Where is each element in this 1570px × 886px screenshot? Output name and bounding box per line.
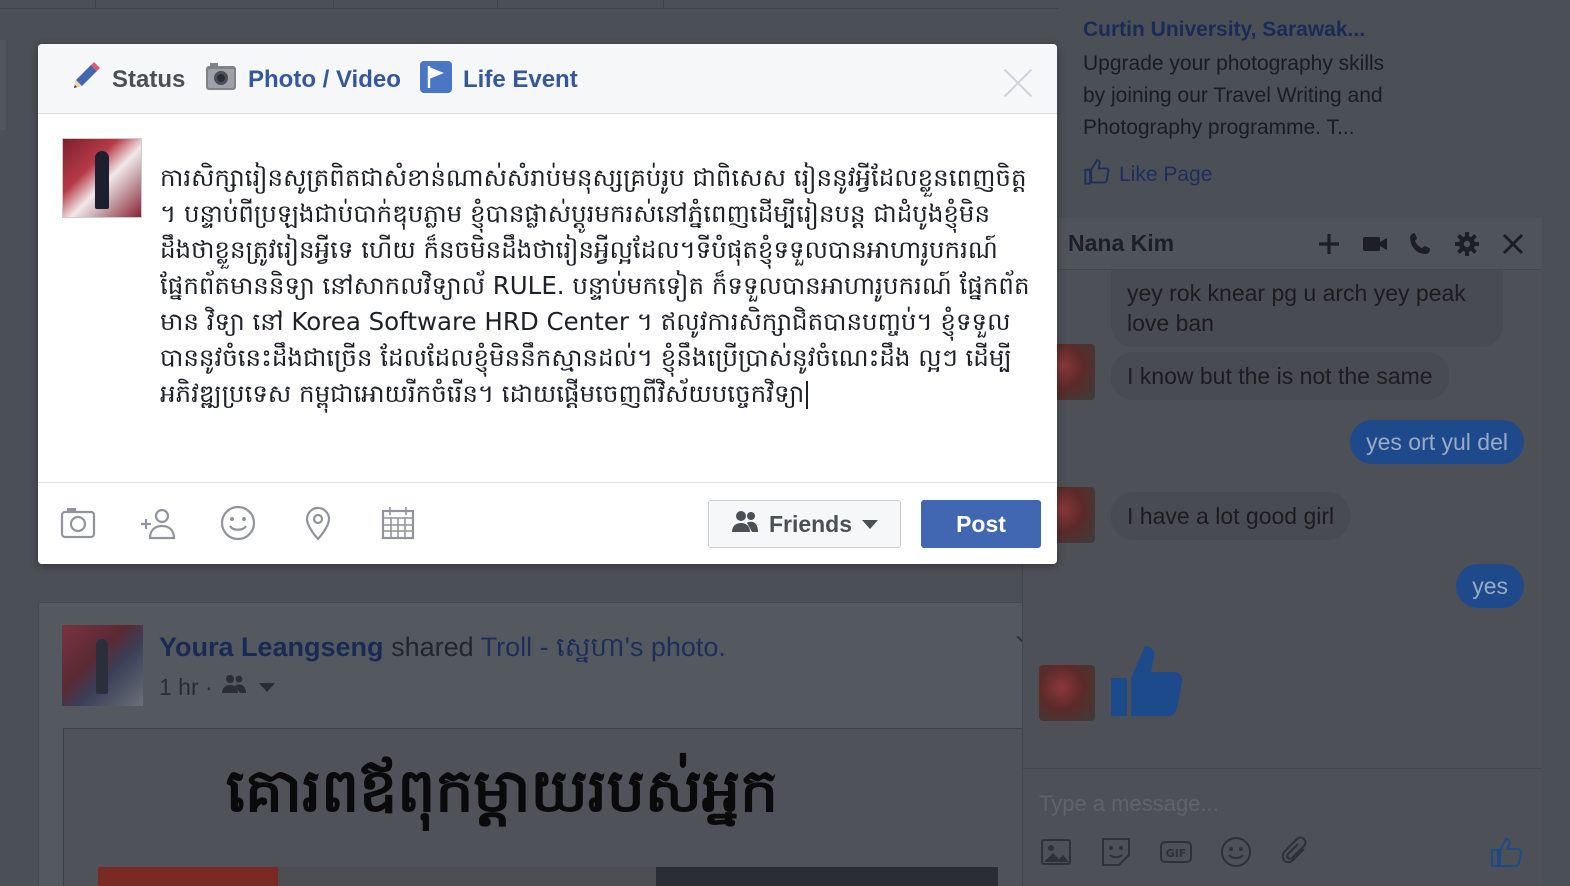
send-like-icon[interactable] — [1489, 835, 1523, 869]
tab-status[interactable]: Status — [68, 60, 186, 101]
tab-photo-video-label: Photo / Video — [248, 66, 401, 93]
tab-status-label: Status — [112, 66, 186, 93]
add-photo-icon[interactable] — [58, 503, 98, 543]
user-avatar — [62, 138, 142, 218]
post-image-caption: គោរពឪពុកម្តាយរបស់អ្នក — [225, 756, 779, 826]
chat-message-outgoing: yes — [1456, 564, 1524, 608]
post-image-photo — [98, 867, 998, 886]
tab-life-event[interactable]: Life Event — [419, 60, 578, 101]
chat-contact-name[interactable]: Nana Kim — [1068, 230, 1174, 257]
post-author-avatar[interactable] — [62, 625, 143, 706]
background-left-column — [0, 40, 6, 130]
composer-footer: Friends Post — [38, 482, 1057, 564]
post-header: Youra Leangseng shared Troll - ស្នេហា's … — [159, 631, 726, 670]
chat-message-incoming: I have a lot good girl — [1111, 492, 1351, 540]
chat-header[interactable]: Nana Kim — [1023, 218, 1542, 270]
sponsored-ad: Curtin University, Sarawak... Upgrade yo… — [1083, 18, 1393, 192]
sticker-icon[interactable] — [1099, 835, 1133, 869]
video-call-icon[interactable] — [1361, 230, 1389, 258]
post-source-link[interactable]: Troll - ស្នេហា's photo. — [481, 632, 726, 662]
audience-label: Friends — [768, 510, 853, 537]
tag-friends-icon[interactable] — [138, 503, 178, 543]
audience-dropdown-icon[interactable] — [258, 682, 275, 692]
status-text-value: ការសិក្សារៀនសូត្រពិតជាសំខាន់ណាស់សំរាប់មន… — [160, 163, 1030, 408]
gif-icon[interactable]: GIF — [1159, 835, 1193, 869]
flag-icon — [419, 60, 453, 101]
send-photo-icon[interactable] — [1039, 835, 1073, 869]
status-composer-dialog: Status Photo / Video Life Event ការសិក្ស… — [38, 44, 1057, 564]
chat-message-incoming: yey rok knear pg u arch yey peak love ba… — [1111, 270, 1503, 347]
post-meta: 1 hr · — [159, 673, 275, 701]
settings-gear-icon[interactable] — [1453, 230, 1481, 258]
thumbs-up-sticker-icon — [1109, 640, 1185, 720]
post-timestamp[interactable]: 1 hr · — [159, 674, 213, 701]
ad-title[interactable]: Curtin University, Sarawak... — [1083, 18, 1393, 42]
feeling-emoji-icon[interactable] — [218, 503, 258, 543]
post-author-name[interactable]: Youra Leangseng — [159, 632, 384, 662]
chat-window: Nana Kim yey rok knear pg u arch yey pea… — [1022, 218, 1542, 886]
friends-audience-icon — [221, 673, 247, 701]
chat-message-input[interactable]: Type a message... — [1039, 791, 1219, 817]
close-icon[interactable] — [1001, 66, 1035, 100]
check-in-location-icon[interactable] — [298, 503, 338, 543]
camera-icon — [204, 60, 238, 101]
post-button[interactable]: Post — [921, 500, 1041, 548]
chevron-down-icon — [862, 519, 879, 529]
post-image[interactable]: គោរពឪពុកម្តាយរបស់អ្នក — [63, 728, 1037, 886]
text-cursor — [806, 381, 809, 409]
close-chat-icon[interactable] — [1499, 230, 1527, 258]
contact-avatar[interactable] — [1039, 665, 1095, 721]
post-action: shared — [391, 632, 474, 662]
svg-text:GIF: GIF — [1166, 847, 1187, 860]
emoji-icon[interactable] — [1219, 835, 1253, 869]
like-page-button[interactable]: Like Page — [1083, 158, 1393, 192]
status-text-input[interactable]: ការសិក្សារៀនសូត្រពិតជាសំខាន់ណាស់សំរាប់មន… — [160, 160, 1040, 460]
tab-photo-video[interactable]: Photo / Video — [204, 62, 401, 98]
calendar-icon[interactable] — [378, 503, 418, 543]
chat-message-incoming: I know but the is not the same — [1111, 352, 1449, 400]
attach-file-icon[interactable] — [1279, 835, 1313, 869]
pencil-icon — [68, 60, 102, 101]
ad-body: Upgrade your photography skills by joini… — [1083, 52, 1385, 139]
friends-icon — [731, 509, 759, 539]
phone-call-icon[interactable] — [1407, 230, 1435, 258]
chat-composer: Type a message... GIF — [1023, 768, 1542, 886]
like-page-label: Like Page — [1119, 163, 1213, 186]
composer-tab-bar: Status Photo / Video Life Event — [38, 44, 1057, 114]
news-feed-post: Youra Leangseng shared Troll - ស្នេហា's … — [38, 602, 1038, 886]
tab-life-event-label: Life Event — [463, 66, 578, 93]
chat-message-outgoing: yes ort yul del — [1350, 420, 1524, 464]
audience-selector[interactable]: Friends — [708, 500, 901, 548]
thumbs-up-icon — [1083, 158, 1111, 192]
add-people-icon[interactable] — [1315, 230, 1343, 258]
background-top-nav — [0, 0, 1058, 9]
